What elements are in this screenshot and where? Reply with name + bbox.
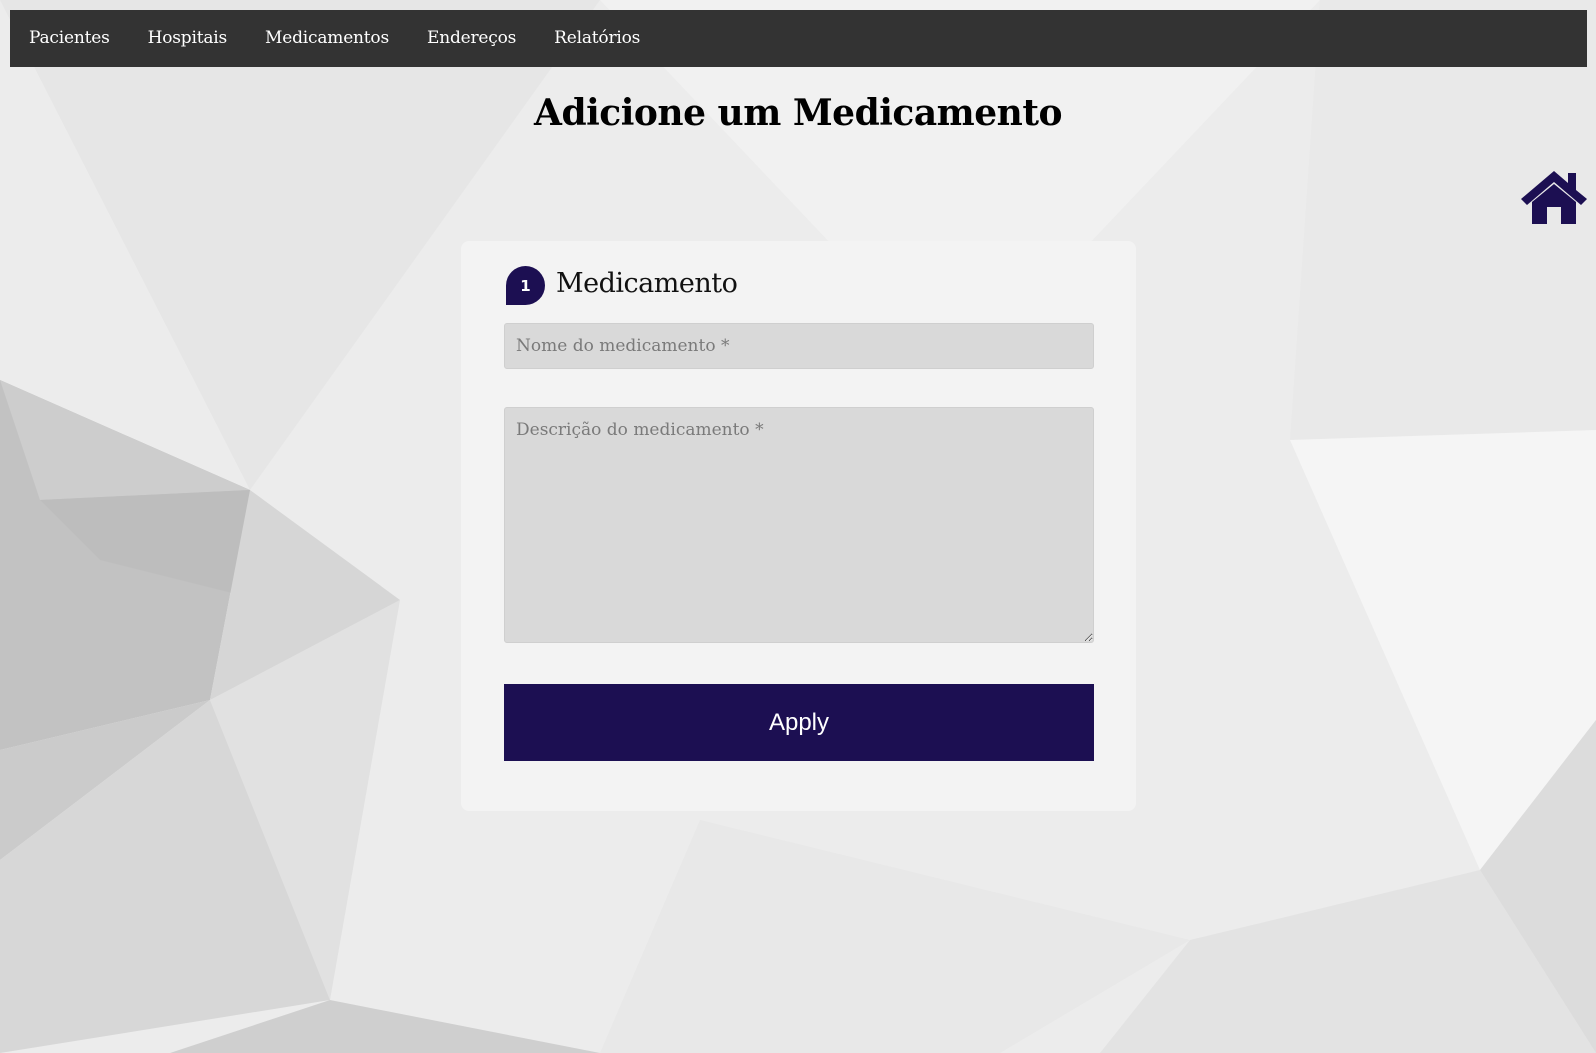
nav-item-pacientes[interactable]: Pacientes — [10, 10, 129, 67]
nav-item-medicamentos[interactable]: Medicamentos — [246, 10, 408, 67]
apply-button[interactable]: Apply — [504, 684, 1094, 761]
page-title: Adicione um Medicamento — [534, 92, 1062, 134]
medication-name-input[interactable] — [504, 323, 1094, 369]
step-number-badge: 1 — [506, 266, 545, 305]
home-icon[interactable] — [1519, 169, 1589, 225]
nav-item-enderecos[interactable]: Endereços — [408, 10, 535, 67]
top-navbar: Pacientes Hospitais Medicamentos Endereç… — [10, 10, 1587, 67]
nav-item-relatorios[interactable]: Relatórios — [535, 10, 659, 67]
section-title: Medicamento — [556, 268, 738, 299]
nav-item-hospitais[interactable]: Hospitais — [129, 10, 246, 67]
medication-description-textarea[interactable] — [504, 407, 1094, 643]
medication-form-card: 1 Medicamento Apply — [461, 241, 1136, 811]
